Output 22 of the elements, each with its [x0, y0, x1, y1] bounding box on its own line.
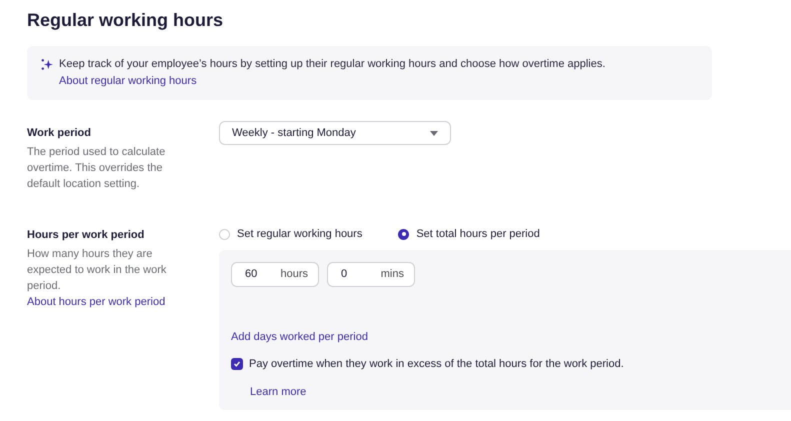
number-field[interactable]: 0 mins: [327, 262, 415, 287]
checkbox-label: Pay overtime when they work in excess of the total hours for the work period.: [249, 356, 624, 372]
learn-more-link[interactable]: Learn more: [250, 384, 306, 400]
caret-icon: [430, 130, 438, 136]
radio-button[interactable]: [219, 228, 230, 240]
about-link[interactable]: About hours per work period: [27, 296, 166, 308]
setting-label: Hours per work period: [27, 228, 146, 243]
setting-description: The period used to calculate overtime. This overrides the default location setting.: [27, 145, 166, 192]
work-period-select[interactable]: Weekly - starting Monday: [219, 121, 451, 145]
add-days-link[interactable]: Add days worked per period: [231, 329, 368, 346]
page-title: Regular working hours: [27, 9, 224, 32]
sparkle-icon: [40, 58, 53, 71]
radio-label: Set total hours per period: [416, 226, 540, 242]
info-text: Keep track of your employee’s hours by setting up their regular working hours and choose how overtime applies. About regular working hours: [59, 57, 606, 89]
check-icon: [233, 360, 241, 368]
radio-button[interactable]: [398, 228, 410, 240]
number-field[interactable]: 60 hours: [231, 262, 319, 287]
overtime-checkbox[interactable]: [231, 358, 243, 370]
about-link[interactable]: About regular working hours: [59, 75, 197, 87]
radio-label: Set regular working hours: [237, 226, 362, 242]
setting-label: Work period: [27, 126, 92, 141]
setting-description: How many hours they are expected to work in the work period. About hours per work period: [27, 247, 168, 310]
